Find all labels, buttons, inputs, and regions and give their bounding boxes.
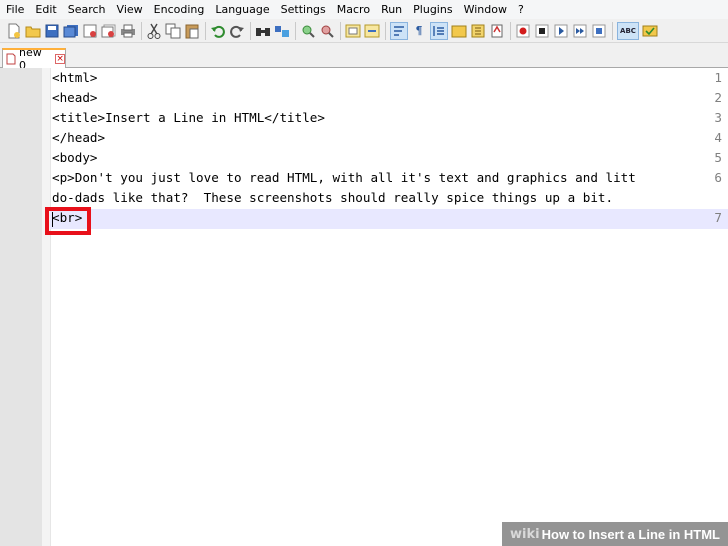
menu-help[interactable]: ? <box>512 0 529 19</box>
undo-icon[interactable] <box>210 23 226 39</box>
toolbar-separator <box>340 21 341 40</box>
menu-macro[interactable]: Macro <box>331 0 375 19</box>
paste-icon[interactable] <box>184 23 200 39</box>
line-number: 1 <box>714 70 722 85</box>
code-line-wrapped[interactable]: do-dads like that? These screenshots sho… <box>52 190 613 205</box>
line-number: 7 <box>714 210 722 225</box>
auto-spell-check-icon[interactable] <box>642 23 658 39</box>
stop-recording-icon[interactable] <box>534 23 550 39</box>
spell-check-icon[interactable]: ABC <box>617 21 639 40</box>
indent-guide-icon[interactable] <box>430 21 448 40</box>
toolbar-separator <box>205 21 206 40</box>
tab-new-0[interactable]: new 0 × <box>2 46 66 72</box>
cut-icon[interactable] <box>146 23 162 39</box>
menu-settings[interactable]: Settings <box>275 0 331 19</box>
menu-file[interactable]: File <box>0 0 29 19</box>
watermark-title: How to Insert a Line in HTML <box>541 526 720 542</box>
code-line[interactable]: </head> <box>52 130 105 145</box>
wikihow-watermark: wiki How to Insert a Line in HTML <box>502 522 728 546</box>
word-wrap-icon[interactable] <box>390 21 408 40</box>
toolbar-separator <box>141 21 142 40</box>
document-icon <box>6 50 16 69</box>
menu-view[interactable]: View <box>111 0 148 19</box>
line-number: 6 <box>714 170 722 185</box>
line-number: 4 <box>714 130 722 145</box>
folder-as-workspace-icon[interactable] <box>489 23 505 39</box>
doc-map-icon[interactable] <box>451 23 467 39</box>
print-icon[interactable] <box>120 23 136 39</box>
playback-macro-icon[interactable] <box>553 23 569 39</box>
menu-plugins[interactable]: Plugins <box>407 0 457 19</box>
fold-margin[interactable] <box>42 68 51 546</box>
show-all-chars-icon[interactable]: ¶ <box>411 23 427 39</box>
new-file-icon[interactable] <box>6 23 22 39</box>
toolbar: ¶ ABC <box>0 19 728 43</box>
copy-icon[interactable] <box>165 23 181 39</box>
code-line[interactable]: <html> <box>52 70 98 85</box>
find-icon[interactable] <box>255 23 271 39</box>
close-icon[interactable] <box>82 23 98 39</box>
zoom-out-icon[interactable] <box>319 23 335 39</box>
replace-icon[interactable] <box>274 23 290 39</box>
line-number: 5 <box>714 150 722 165</box>
tab-strip: new 0 × <box>0 44 728 72</box>
menu-encoding[interactable]: Encoding <box>148 0 210 19</box>
run-macro-multiple-icon[interactable] <box>572 23 588 39</box>
menu-search[interactable]: Search <box>62 0 111 19</box>
sync-vertical-icon[interactable] <box>345 23 361 39</box>
code-line[interactable]: <body> <box>52 150 98 165</box>
menu-edit[interactable]: Edit <box>29 0 61 19</box>
current-line-highlight <box>50 209 728 229</box>
menu-run[interactable]: Run <box>375 0 407 19</box>
menu-language[interactable]: Language <box>209 0 274 19</box>
toolbar-separator <box>250 21 251 40</box>
toolbar-separator <box>385 21 386 40</box>
function-list-icon[interactable] <box>470 23 486 39</box>
watermark-brand: wiki <box>510 526 540 542</box>
zoom-in-icon[interactable] <box>300 23 316 39</box>
code-line[interactable]: <p>Don't you just love to read HTML, wit… <box>52 170 636 185</box>
editor-area[interactable]: 1 2 3 4 5 6 7 <html> <head> <title>Inser… <box>0 68 728 546</box>
sync-horizontal-icon[interactable] <box>364 23 380 39</box>
tab-close-icon[interactable]: × <box>55 54 65 64</box>
menu-bar: File Edit Search View Encoding Language … <box>0 0 728 19</box>
line-number: 2 <box>714 90 722 105</box>
open-file-icon[interactable] <box>25 23 41 39</box>
code-line[interactable]: <head> <box>52 90 98 105</box>
toolbar-separator <box>612 21 613 40</box>
save-all-icon[interactable] <box>63 23 79 39</box>
record-macro-icon[interactable] <box>515 23 531 39</box>
line-number: 3 <box>714 110 722 125</box>
line-number-gutter <box>0 68 42 546</box>
save-icon[interactable] <box>44 23 60 39</box>
save-macro-icon[interactable] <box>591 23 607 39</box>
highlight-annotation-box <box>45 207 91 235</box>
redo-icon[interactable] <box>229 23 245 39</box>
toolbar-separator <box>510 21 511 40</box>
toolbar-separator <box>295 21 296 40</box>
menu-window[interactable]: Window <box>458 0 512 19</box>
close-all-icon[interactable] <box>101 23 117 39</box>
code-line[interactable]: <title>Insert a Line in HTML</title> <box>52 110 325 125</box>
